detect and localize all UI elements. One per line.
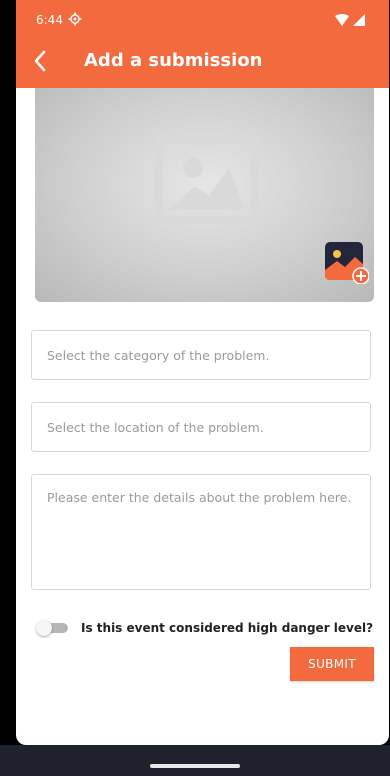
wifi-icon — [335, 14, 349, 26]
submit-button[interactable]: SUBMIT — [290, 647, 374, 681]
image-placeholder-icon — [155, 136, 259, 224]
category-select[interactable]: Select the category of the problem. — [31, 330, 371, 380]
app-screen: 6:44 Add a submission Select the categor… — [16, 0, 389, 745]
location-placeholder: Select the location of the problem. — [47, 420, 264, 435]
status-time: 6:44 — [36, 13, 63, 27]
location-select[interactable]: Select the location of the problem. — [31, 402, 371, 452]
home-indicator[interactable] — [150, 764, 240, 768]
device-frame: 6:44 Add a submission Select the categor… — [0, 0, 390, 776]
status-bar: 6:44 — [16, 0, 389, 34]
page-title: Add a submission — [84, 50, 263, 71]
details-placeholder: Please enter the details about the probl… — [47, 490, 352, 505]
signal-icon — [353, 14, 365, 26]
danger-level-row: Is this event considered high danger lev… — [36, 616, 381, 640]
app-bar: Add a submission — [16, 34, 389, 88]
add-image-button[interactable] — [325, 242, 369, 284]
details-textarea[interactable]: Please enter the details about the probl… — [31, 474, 371, 590]
back-button[interactable] — [26, 47, 54, 75]
add-image-icon — [325, 242, 369, 284]
category-placeholder: Select the category of the problem. — [47, 348, 270, 363]
toggle-thumb — [36, 620, 52, 636]
danger-level-toggle[interactable] — [36, 620, 70, 636]
image-preview[interactable] — [35, 88, 374, 302]
danger-level-label: Is this event considered high danger lev… — [81, 621, 374, 635]
system-nav-bar — [0, 745, 390, 776]
gear-icon — [68, 12, 82, 26]
chevron-left-icon — [34, 50, 46, 72]
